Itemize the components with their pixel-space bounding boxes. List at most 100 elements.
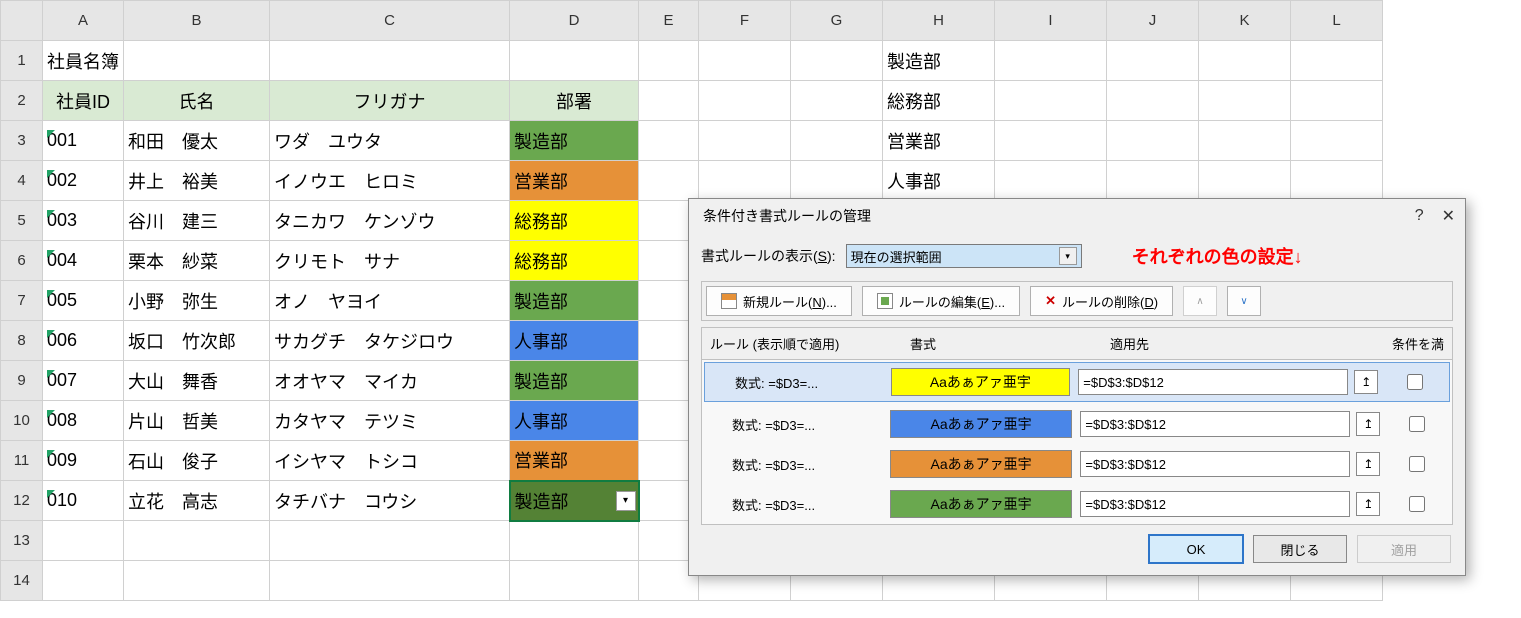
cell-empty[interactable] — [124, 521, 270, 561]
range-picker-icon[interactable]: ↥ — [1356, 412, 1380, 436]
row-header-8[interactable]: 8 — [1, 321, 43, 361]
rule-row[interactable]: 数式: =$D3=... Aaあぁアァ亜宇 ↥ — [702, 444, 1452, 484]
row-header-11[interactable]: 11 — [1, 441, 43, 481]
range-picker-icon[interactable]: ↥ — [1354, 370, 1378, 394]
move-up-button[interactable]: ∧ — [1183, 286, 1217, 316]
stop-if-true-checkbox[interactable] — [1409, 496, 1425, 512]
rule-list[interactable]: 数式: =$D3=... Aaあぁアァ亜宇 ↥ 数式: =$D3=... Aaあ… — [701, 359, 1453, 525]
cell-dept[interactable]: 営業部 — [510, 161, 639, 201]
cell-id[interactable]: 002 — [43, 161, 124, 201]
row-header-3[interactable]: 3 — [1, 121, 43, 161]
cell-dept[interactable]: 総務部 — [510, 201, 639, 241]
col-header-I[interactable]: I — [995, 1, 1107, 41]
help-icon[interactable]: ? — [1415, 207, 1424, 225]
hdr-furi[interactable]: フリガナ — [270, 81, 510, 121]
cell-id[interactable]: 001 — [43, 121, 124, 161]
cell-dept[interactable]: 総務部 — [510, 241, 639, 281]
cell-name[interactable]: 立花 高志 — [124, 481, 270, 521]
select-all-corner[interactable] — [1, 1, 43, 41]
dept-list-item[interactable]: 営業部 — [883, 121, 995, 161]
cell-dept-selected[interactable]: 製造部▾ — [510, 481, 639, 521]
row-header-13[interactable]: 13 — [1, 521, 43, 561]
cell-name[interactable]: 大山 舞香 — [124, 361, 270, 401]
col-header-C[interactable]: C — [270, 1, 510, 41]
cell-furigana[interactable]: カタヤマ テツミ — [270, 401, 510, 441]
cell-empty[interactable] — [43, 561, 124, 601]
cell-id[interactable]: 008 — [43, 401, 124, 441]
cell-dept[interactable]: 人事部 — [510, 401, 639, 441]
cell-name[interactable]: 坂口 竹次郎 — [124, 321, 270, 361]
row-header-9[interactable]: 9 — [1, 361, 43, 401]
col-header-B[interactable]: B — [124, 1, 270, 41]
edit-rule-button[interactable]: ルールの編集(E)... — [862, 286, 1020, 316]
cell-empty[interactable] — [124, 561, 270, 601]
ok-button[interactable]: OK — [1149, 535, 1243, 563]
cell-name[interactable]: 栗本 紗菜 — [124, 241, 270, 281]
cell-id[interactable]: 005 — [43, 281, 124, 321]
cell-empty[interactable] — [510, 521, 639, 561]
row-header-5[interactable]: 5 — [1, 201, 43, 241]
col-header-J[interactable]: J — [1107, 1, 1199, 41]
new-rule-button[interactable]: 新規ルール(N)... — [706, 286, 852, 316]
cell-name[interactable]: 井上 裕美 — [124, 161, 270, 201]
chevron-down-icon[interactable]: ▾ — [1059, 247, 1077, 265]
cell-id[interactable]: 010 — [43, 481, 124, 521]
col-header-L[interactable]: L — [1291, 1, 1383, 41]
cell-furigana[interactable]: オノ ヤヨイ — [270, 281, 510, 321]
cell-empty[interactable] — [270, 561, 510, 601]
cell-id[interactable]: 007 — [43, 361, 124, 401]
hdr-dept[interactable]: 部署 — [510, 81, 639, 121]
cell-dept[interactable]: 人事部 — [510, 321, 639, 361]
dropdown-icon[interactable]: ▾ — [616, 491, 636, 511]
row-header-6[interactable]: 6 — [1, 241, 43, 281]
cell-furigana[interactable]: クリモト サナ — [270, 241, 510, 281]
range-input[interactable] — [1080, 491, 1350, 517]
stop-if-true-checkbox[interactable] — [1409, 416, 1425, 432]
apply-button[interactable]: 適用 — [1357, 535, 1451, 563]
cell-name[interactable]: 小野 弥生 — [124, 281, 270, 321]
cell-furigana[interactable]: イノウエ ヒロミ — [270, 161, 510, 201]
cell-furigana[interactable]: ワダ ユウタ — [270, 121, 510, 161]
rule-row[interactable]: 数式: =$D3=... Aaあぁアァ亜宇 ↥ — [702, 404, 1452, 444]
cell-dept[interactable]: 製造部 — [510, 121, 639, 161]
cell-id[interactable]: 004 — [43, 241, 124, 281]
cell-furigana[interactable]: オオヤマ マイカ — [270, 361, 510, 401]
cell-empty[interactable] — [270, 521, 510, 561]
col-header-E[interactable]: E — [639, 1, 699, 41]
cell-furigana[interactable]: イシヤマ トシコ — [270, 441, 510, 481]
hdr-name[interactable]: 氏名 — [124, 81, 270, 121]
col-header-D[interactable]: D — [510, 1, 639, 41]
stop-if-true-checkbox[interactable] — [1407, 374, 1423, 390]
row-header-7[interactable]: 7 — [1, 281, 43, 321]
cell-name[interactable]: 谷川 建三 — [124, 201, 270, 241]
row-header-14[interactable]: 14 — [1, 561, 43, 601]
col-header-F[interactable]: F — [699, 1, 791, 41]
col-header-G[interactable]: G — [791, 1, 883, 41]
cell-empty[interactable] — [510, 561, 639, 601]
cell-empty[interactable] — [43, 521, 124, 561]
dialog-titlebar[interactable]: 条件付き書式ルールの管理 ? ✕ — [689, 199, 1465, 233]
row-header-2[interactable]: 2 — [1, 81, 43, 121]
cell-id[interactable]: 003 — [43, 201, 124, 241]
close-button[interactable]: 閉じる — [1253, 535, 1347, 563]
delete-rule-button[interactable]: ✕ ルールの削除(D) — [1030, 286, 1173, 316]
range-input[interactable] — [1080, 411, 1350, 437]
cell-id[interactable]: 009 — [43, 441, 124, 481]
cell-furigana[interactable]: サカグチ タケジロウ — [270, 321, 510, 361]
rule-row[interactable]: 数式: =$D3=... Aaあぁアァ亜宇 ↥ — [704, 362, 1450, 402]
dept-list-item[interactable]: 製造部 — [883, 41, 995, 81]
cell-dept[interactable]: 製造部 — [510, 361, 639, 401]
row-header-4[interactable]: 4 — [1, 161, 43, 201]
row-header-10[interactable]: 10 — [1, 401, 43, 441]
stop-if-true-checkbox[interactable] — [1409, 456, 1425, 472]
row-header-1[interactable]: 1 — [1, 41, 43, 81]
col-header-H[interactable]: H — [883, 1, 995, 41]
cell-dept[interactable]: 製造部 — [510, 281, 639, 321]
range-picker-icon[interactable]: ↥ — [1356, 492, 1380, 516]
cell-furigana[interactable]: タチバナ コウシ — [270, 481, 510, 521]
cell-name[interactable]: 和田 優太 — [124, 121, 270, 161]
move-down-button[interactable]: ∨ — [1227, 286, 1261, 316]
dept-list-item[interactable]: 人事部 — [883, 161, 995, 201]
cell-furigana[interactable]: タニカワ ケンゾウ — [270, 201, 510, 241]
cell-name[interactable]: 石山 俊子 — [124, 441, 270, 481]
